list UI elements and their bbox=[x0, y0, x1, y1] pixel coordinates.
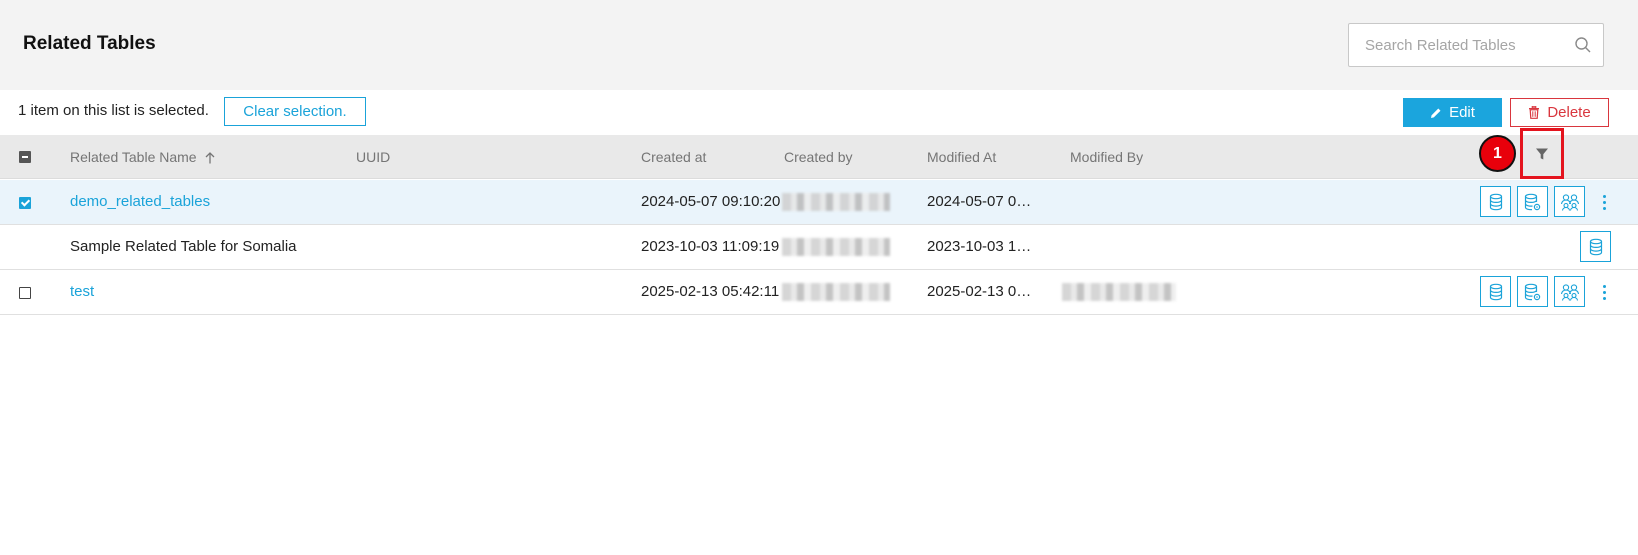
modified-at-value: 2025-02-13 0… bbox=[927, 283, 1032, 300]
search-icon[interactable] bbox=[1574, 36, 1592, 54]
modified-at-value: 2023-10-03 1… bbox=[927, 238, 1032, 255]
table-row[interactable]: test 2025-02-13 05:42:11 2025-02-13 0… bbox=[0, 270, 1638, 315]
column-header-modified-by[interactable]: Modified By bbox=[1070, 149, 1143, 165]
kebab-icon[interactable] bbox=[1597, 281, 1611, 303]
arrow-up-icon bbox=[205, 152, 215, 164]
trash-icon bbox=[1529, 106, 1540, 119]
database-gear-icon bbox=[1524, 283, 1541, 300]
page-title: Related Tables bbox=[23, 33, 156, 54]
modified-at-value: 2024-05-07 0… bbox=[927, 193, 1032, 210]
column-header-name[interactable]: Related Table Name bbox=[70, 149, 215, 165]
delete-button[interactable]: Delete bbox=[1510, 98, 1609, 127]
search-input[interactable] bbox=[1349, 24, 1574, 66]
filter-button[interactable] bbox=[1520, 128, 1564, 179]
column-header-created-by[interactable]: Created by bbox=[784, 149, 852, 165]
filter-icon bbox=[1536, 148, 1548, 159]
created-by-redacted bbox=[782, 193, 890, 211]
related-table-name-link[interactable]: demo_related_tables bbox=[70, 193, 210, 210]
table-row[interactable]: demo_related_tables 2024-05-07 09:10:20 … bbox=[0, 180, 1638, 225]
selection-status: 1 item on this list is selected. bbox=[18, 102, 209, 119]
users-icon bbox=[1560, 193, 1579, 211]
database-settings-button[interactable] bbox=[1517, 186, 1548, 217]
database-button[interactable] bbox=[1580, 231, 1611, 262]
search-box[interactable] bbox=[1348, 23, 1604, 67]
users-button[interactable] bbox=[1554, 276, 1585, 307]
created-at-value: 2023-10-03 11:09:19 bbox=[641, 238, 780, 255]
pencil-icon bbox=[1431, 108, 1441, 118]
users-button[interactable] bbox=[1554, 186, 1585, 217]
table-row[interactable]: Sample Related Table for Somalia 2023-10… bbox=[0, 225, 1638, 270]
edit-button-label: Edit bbox=[1449, 104, 1475, 121]
row-checkbox[interactable] bbox=[19, 197, 31, 209]
filter-count-badge: 1 bbox=[1479, 135, 1516, 172]
database-gear-icon bbox=[1524, 193, 1541, 210]
related-table-name-link[interactable]: test bbox=[70, 283, 94, 300]
edit-button[interactable]: Edit bbox=[1403, 98, 1502, 127]
column-header-uuid[interactable]: UUID bbox=[356, 149, 390, 165]
column-header-created-at[interactable]: Created at bbox=[641, 149, 706, 165]
delete-button-label: Delete bbox=[1547, 104, 1591, 121]
row-checkbox[interactable] bbox=[19, 287, 31, 299]
column-header-name-label: Related Table Name bbox=[70, 149, 197, 165]
created-by-redacted bbox=[782, 238, 890, 256]
created-by-redacted bbox=[782, 283, 890, 301]
table-header: Related Table Name UUID Created at Creat… bbox=[0, 135, 1638, 179]
column-header-modified-at[interactable]: Modified At bbox=[927, 149, 996, 165]
database-icon bbox=[1489, 193, 1502, 210]
created-at-value: 2025-02-13 05:42:11 bbox=[641, 283, 780, 300]
database-button[interactable] bbox=[1480, 186, 1511, 217]
kebab-icon[interactable] bbox=[1597, 191, 1611, 213]
created-at-value: 2024-05-07 09:10:20 bbox=[641, 193, 781, 210]
modified-by-redacted bbox=[1062, 283, 1176, 301]
database-icon bbox=[1489, 283, 1502, 300]
page-header: Related Tables bbox=[0, 0, 1638, 90]
clear-selection-button[interactable]: Clear selection. bbox=[224, 97, 366, 126]
users-icon bbox=[1560, 283, 1579, 301]
database-button[interactable] bbox=[1480, 276, 1511, 307]
database-icon bbox=[1589, 238, 1602, 255]
related-table-name: Sample Related Table for Somalia bbox=[70, 238, 297, 255]
select-all-checkbox[interactable] bbox=[19, 151, 31, 163]
database-settings-button[interactable] bbox=[1517, 276, 1548, 307]
